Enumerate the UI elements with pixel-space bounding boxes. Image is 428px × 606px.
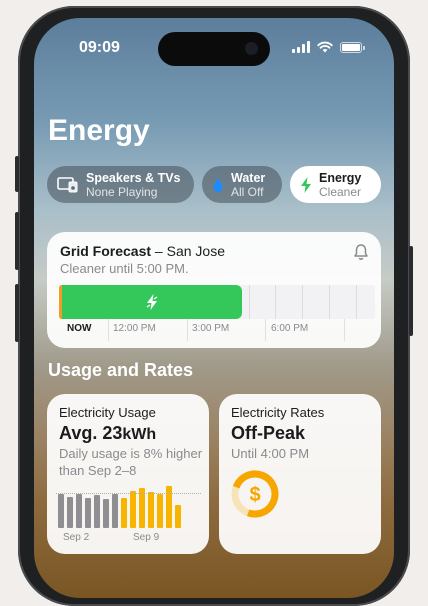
side-button [409,246,413,336]
category-subtitle: None Playing [86,184,158,199]
status-bar: 09:09 [34,32,394,66]
cellular-signal-icon [292,41,310,53]
phone-screen: 09:09 Energy Speakers & TVs None Playing… [34,18,394,598]
category-title: Water [231,170,266,185]
usage-title: Electricity Usage [59,405,156,420]
grid-forecast-title: Grid Forecast – San Jose [60,243,225,259]
svg-text:$: $ [249,484,260,506]
volume-down-button [15,284,19,342]
usage-description: Daily usage is 8% higher than Sep 2–8 [59,446,203,478]
usage-bar [175,504,181,528]
forecast-timeline [59,285,375,319]
action-button [15,156,19,192]
grid-forecast-location: San Jose [166,243,225,259]
usage-bar [103,498,109,528]
category-pills: Speakers & TVs None Playing Water All Of… [47,166,381,203]
x-axis-label-sep-9: Sep 9 [133,532,160,543]
grid-forecast-heading: Grid Forecast [60,243,152,259]
timeline-label-12pm: 12:00 PM [113,323,156,334]
usage-bar [67,496,73,528]
page-title: Energy [48,114,150,147]
usage-bar [148,492,154,528]
category-title: Speakers & TVs [86,170,181,185]
title-separator: – [151,243,167,259]
usage-bar [121,497,127,528]
usage-bar [157,494,163,528]
category-subtitle: Cleaner [319,184,362,199]
usage-bar-chart [56,486,201,528]
usage-bar [85,497,91,528]
wifi-icon [317,41,333,53]
bell-icon[interactable] [353,243,369,261]
usage-bar [166,486,172,528]
category-energy[interactable]: Energy Cleaner [290,166,381,203]
timeline-label-3pm: 3:00 PM [192,323,230,334]
bolt-icon [300,176,312,194]
tv-speaker-icon [57,176,79,193]
rates-subtitle: Until 4:00 PM [231,446,310,461]
category-subtitle: All Off [231,184,264,199]
usage-average: Avg. 23kWh [59,423,156,444]
water-drop-icon [212,177,224,193]
x-axis-label-sep-2: Sep 2 [63,532,90,543]
usage-unit: kWh [122,426,157,443]
average-line [56,493,201,495]
usage-bar [130,491,136,528]
status-time: 09:09 [79,39,120,56]
electricity-rates-card[interactable]: Electricity Rates Off-Peak Until 4:00 PM… [219,394,381,554]
battery-icon [340,41,365,53]
usage-average-value: Avg. 23 [59,423,123,443]
status-icons [292,41,365,53]
category-water[interactable]: Water All Off [202,166,282,203]
grid-forecast-card[interactable]: Grid Forecast – San Jose Cleaner until 5… [47,232,381,348]
usage-bar [58,494,64,528]
dollar-gauge-icon: $ [231,470,279,518]
front-camera-icon [245,42,258,55]
timeline-label-6pm: 6:00 PM [271,323,309,334]
dynamic-island [158,32,270,66]
energy-bolt-icon [146,294,158,310]
usage-bar [112,494,118,528]
rates-period: Off-Peak [231,423,306,443]
timeline-label-now: NOW [67,323,92,334]
now-marker [59,285,62,319]
usage-bar [76,493,82,528]
category-speakers-tvs[interactable]: Speakers & TVs None Playing [47,166,194,203]
usage-bar [94,495,100,528]
volume-up-button [15,212,19,270]
grid-forecast-subtitle: Cleaner until 5:00 PM. [60,261,189,276]
rates-title: Electricity Rates [231,405,325,420]
category-title: Energy [319,170,362,185]
electricity-usage-card[interactable]: Electricity Usage Avg. 23kWh Daily usage… [47,394,209,554]
usage-rates-heading: Usage and Rates [48,360,194,380]
